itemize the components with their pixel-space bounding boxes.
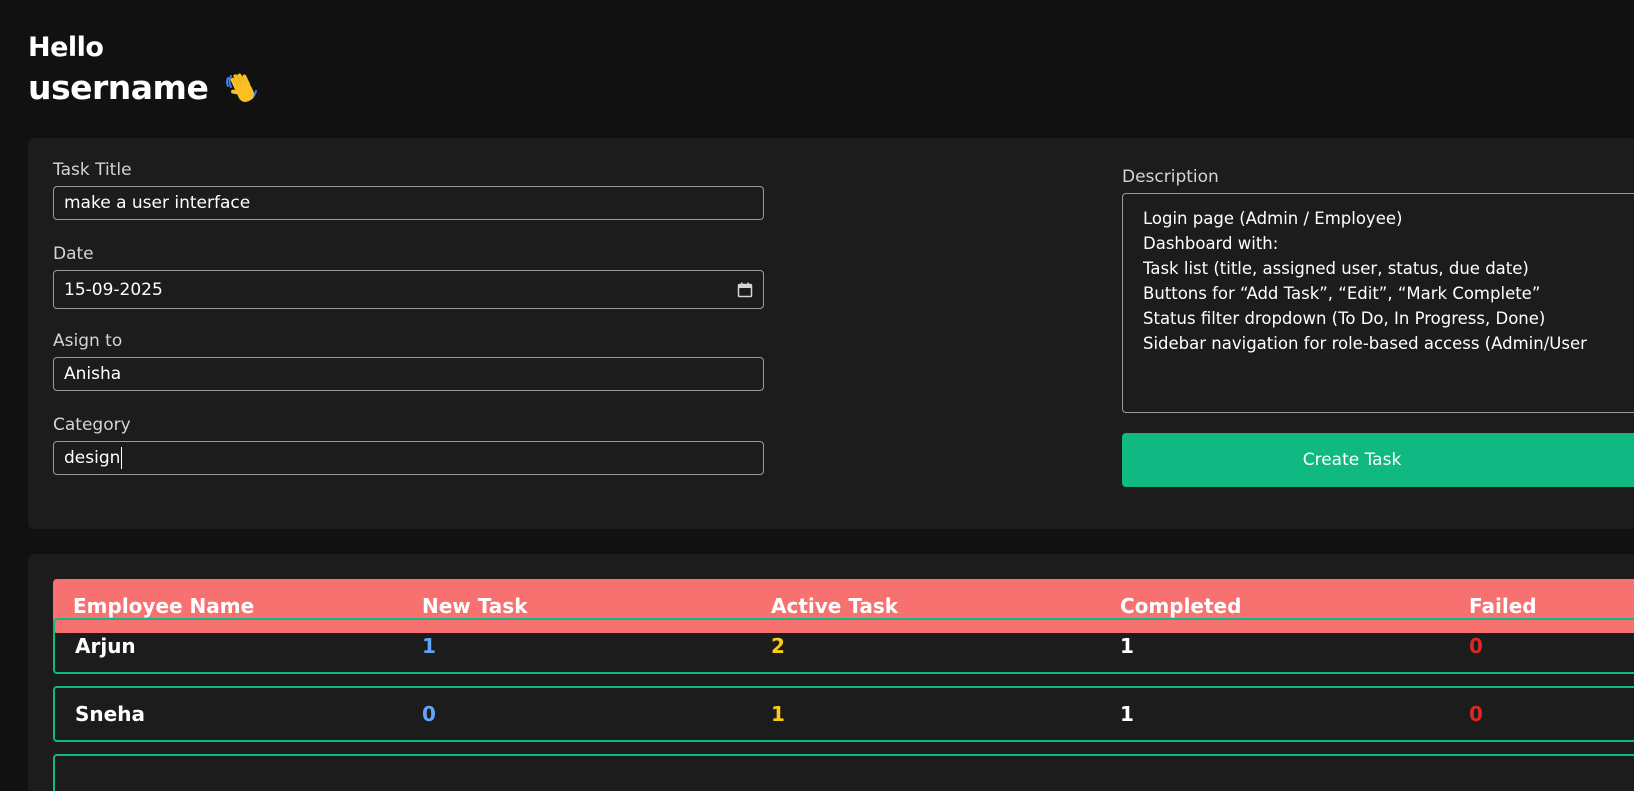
description-textarea[interactable]: Login page (Admin / Employee) Dashboard … <box>1122 193 1634 413</box>
cell-employee-name: Arjun <box>75 634 136 658</box>
table-row: Sneha 0 1 1 0 <box>53 686 1634 742</box>
cell-new-task: 1 <box>422 634 436 658</box>
assign-to-input[interactable]: Anisha <box>53 357 764 391</box>
date-field: Date 15-09-2025 <box>53 244 764 309</box>
cell-completed: 1 <box>1120 634 1134 658</box>
description-line: Buttons for “Add Task”, “Edit”, “Mark Co… <box>1143 284 1541 303</box>
assign-to-field: Asign to Anisha <box>53 331 764 391</box>
description-line: Status filter dropdown (To Do, In Progre… <box>1143 309 1546 328</box>
employee-task-table: Employee Name New Task Active Task Compl… <box>28 554 1634 791</box>
waving-hand-icon <box>222 68 262 108</box>
assign-to-value: Anisha <box>64 364 122 384</box>
greeting-hello: Hello <box>28 32 104 63</box>
category-field: Category design <box>53 415 764 475</box>
date-label: Date <box>53 244 94 264</box>
calendar-icon[interactable] <box>737 282 753 298</box>
date-value: 15-09-2025 <box>64 279 163 300</box>
cell-failed: 0 <box>1469 702 1483 726</box>
create-task-form: Task Title make a user interface Date 15… <box>28 138 1634 529</box>
description-line: Sidebar navigation for role-based access… <box>1143 334 1587 353</box>
task-title-label: Task Title <box>53 160 132 180</box>
assign-to-label: Asign to <box>53 331 123 351</box>
category-input[interactable]: design <box>53 441 764 475</box>
category-label: Category <box>53 415 131 435</box>
description-field: Description Login page (Admin / Employee… <box>1122 167 1634 487</box>
task-title-value: make a user interface <box>64 193 251 213</box>
greeting-username: username <box>28 68 209 107</box>
description-line: Dashboard with: <box>1143 234 1279 253</box>
description-label: Description <box>1122 167 1219 187</box>
cell-completed: 1 <box>1120 702 1134 726</box>
cell-failed: 0 <box>1469 634 1483 658</box>
greeting: Hello username <box>28 32 262 108</box>
task-title-field: Task Title make a user interface <box>53 160 764 220</box>
category-value: design <box>64 448 121 468</box>
cell-employee-name: Sneha <box>75 702 145 726</box>
page: Hello username Task Title make a user in… <box>0 0 1634 791</box>
description-line: Login page (Admin / Employee) <box>1143 209 1403 228</box>
date-input[interactable]: 15-09-2025 <box>53 270 764 309</box>
table-row <box>53 754 1634 791</box>
table-row: Arjun 1 2 1 0 <box>53 618 1634 674</box>
greeting-user-row: username <box>28 68 262 108</box>
task-title-input[interactable]: make a user interface <box>53 186 764 220</box>
text-cursor <box>121 447 123 469</box>
cell-new-task: 0 <box>422 702 436 726</box>
create-task-button[interactable]: Create Task <box>1122 433 1634 487</box>
cell-active-task: 2 <box>771 634 785 658</box>
cell-active-task: 1 <box>771 702 785 726</box>
description-line: Task list (title, assigned user, status,… <box>1143 259 1529 278</box>
